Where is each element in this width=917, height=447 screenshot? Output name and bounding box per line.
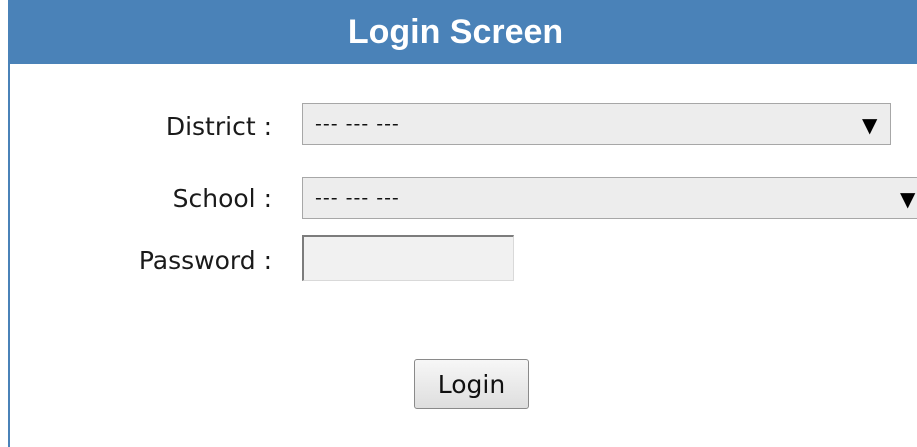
chevron-down-icon: ▼ (862, 113, 878, 137)
password-label: Password : (138, 246, 272, 275)
district-select-value: --- --- --- (315, 113, 400, 135)
login-header: Login Screen (10, 0, 917, 64)
school-select[interactable]: --- --- --- ▼ (302, 177, 917, 219)
login-button[interactable]: Login (414, 359, 529, 409)
password-field[interactable] (302, 235, 514, 281)
school-label: School : (172, 184, 272, 213)
left-border (8, 0, 10, 447)
page-title: Login Screen (347, 12, 564, 51)
district-label: District : (165, 112, 272, 141)
chevron-down-icon: ▼ (900, 187, 916, 211)
district-select[interactable]: --- --- --- ▼ (302, 103, 891, 145)
school-select-value: --- --- --- (315, 187, 400, 209)
